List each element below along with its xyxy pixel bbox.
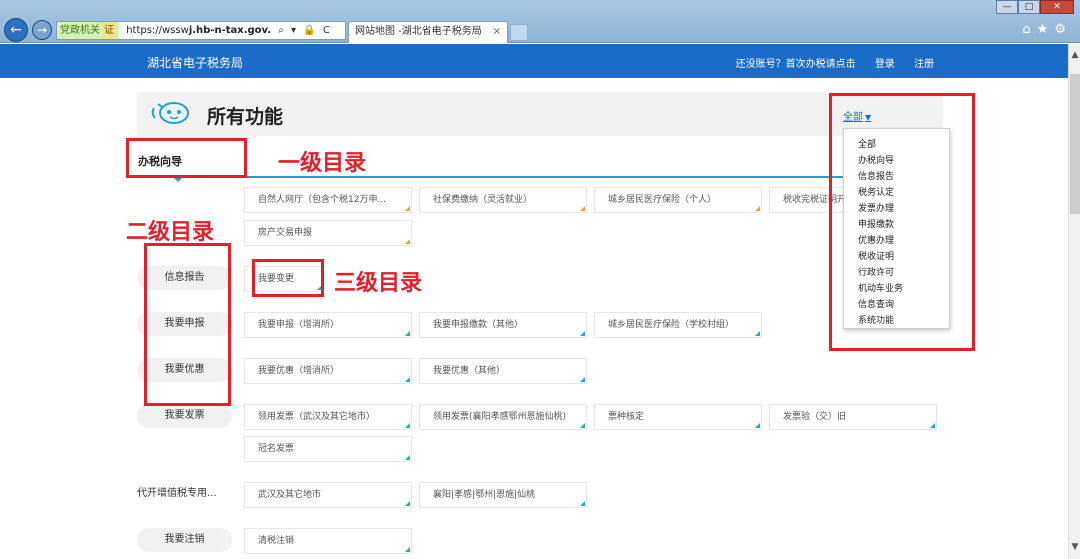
annotation-box-level1 (126, 138, 247, 178)
annotation-box-dropdown (829, 93, 975, 351)
scroll-down-icon[interactable]: ▼ (1069, 542, 1080, 552)
minimize-icon[interactable]: — (996, 0, 1018, 14)
menu-item[interactable]: 我要申报缴款（其他） (419, 312, 587, 338)
maximize-icon[interactable]: □ (1018, 0, 1040, 14)
tab-site-map[interactable]: 网站地图 -湖北省电子税务局 × (348, 21, 508, 43)
annotation-box-level2 (144, 243, 231, 406)
close-window-icon[interactable]: ✕ (1040, 0, 1074, 14)
settings-gear-icon[interactable]: ⚙ (1054, 22, 1072, 37)
robot-mascot-icon (151, 102, 189, 124)
menu-item[interactable]: 领用发票(襄阳孝感鄂州恩施仙桃) (419, 404, 587, 430)
category-cancel[interactable]: 我要注销 (137, 528, 232, 552)
browser-toolbar-icons[interactable]: ⌂★⚙ (1022, 22, 1072, 37)
menu-item[interactable]: 武汉及其它地市 (244, 482, 412, 508)
security-badge[interactable]: 党政机关证 (57, 22, 119, 39)
menu-item[interactable]: 领用发票（武汉及其它地市） (244, 404, 412, 430)
menu-item[interactable]: 票种核定 (594, 404, 762, 430)
scroll-up-icon[interactable]: ▲ (1069, 50, 1080, 60)
window-controls: — □ ✕ (996, 0, 1074, 14)
menu-item[interactable]: 社保费缴纳（灵活就业） (419, 187, 587, 213)
login-link[interactable]: 登录 (875, 59, 895, 70)
tab-close-icon[interactable]: × (493, 22, 501, 42)
scroll-thumb[interactable] (1070, 74, 1080, 214)
menu-item[interactable]: 我要优惠（增消所） (244, 358, 412, 384)
new-tab-button[interactable] (510, 24, 528, 41)
annotation-level3-label: 三级目录 (334, 271, 423, 296)
category-vat-agent[interactable]: 代开增值税专用... (137, 482, 247, 506)
menu-item[interactable]: 城乡居民医疗保险（学校村组） (594, 312, 762, 338)
first-time-register-link[interactable]: 还没账号？首次办税请点击 (736, 59, 856, 70)
home-icon[interactable]: ⌂ (1022, 22, 1036, 37)
menu-item[interactable]: 我要优惠（其他） (419, 358, 587, 384)
menu-item[interactable]: 冠名发票 (244, 436, 412, 462)
address-tools[interactable]: ⌕ ▾ 🔒 C (278, 25, 332, 36)
annotation-box-level3 (252, 259, 324, 297)
browser-chrome: ← → 党政机关证 https://wsswj.hb-n-tax.gov. ⌕ … (0, 0, 1080, 43)
forward-button[interactable]: → (32, 20, 52, 40)
annotation-level2-label: 二级目录 (126, 220, 215, 245)
menu-item[interactable]: 自然人网厅（包含个税12万申... (244, 187, 412, 213)
url-text: https://wsswj.hb-n-tax.gov. (126, 25, 272, 36)
guide-section (137, 146, 943, 176)
menu-item[interactable]: 清税注销 (244, 528, 412, 554)
header-links: 还没账号？首次办税请点击 登录 注册 (720, 55, 934, 70)
annotation-level1-label: 一级目录 (278, 151, 367, 176)
menu-item[interactable]: 房产交易申报 (244, 220, 412, 246)
site-header: 湖北省电子税务局 还没账号？首次办税请点击 登录 注册 (0, 44, 1068, 78)
favorites-star-icon[interactable]: ★ (1037, 22, 1055, 37)
menu-item[interactable]: 发票验（交）旧 (769, 404, 937, 430)
back-button[interactable]: ← (4, 18, 28, 42)
menu-item[interactable]: 我要申报（增消所） (244, 312, 412, 338)
page-scrollbar[interactable]: ▲ ▼ (1068, 44, 1080, 559)
address-bar[interactable]: 党政机关证 https://wsswj.hb-n-tax.gov. ⌕ ▾ 🔒 … (56, 21, 346, 40)
guide-divider (137, 176, 943, 178)
page-title: 所有功能 (207, 106, 284, 128)
menu-item[interactable]: 襄阳|孝感|鄂州|恩施|仙桃 (419, 482, 587, 508)
menu-item[interactable]: 城乡居民医疗保险（个人） (594, 187, 762, 213)
tab-title: 网站地图 -湖北省电子税务局 (355, 26, 482, 37)
signup-link[interactable]: 注册 (914, 59, 934, 70)
category-invoice[interactable]: 我要发票 (137, 404, 232, 428)
site-title[interactable]: 湖北省电子税务局 (147, 54, 243, 71)
